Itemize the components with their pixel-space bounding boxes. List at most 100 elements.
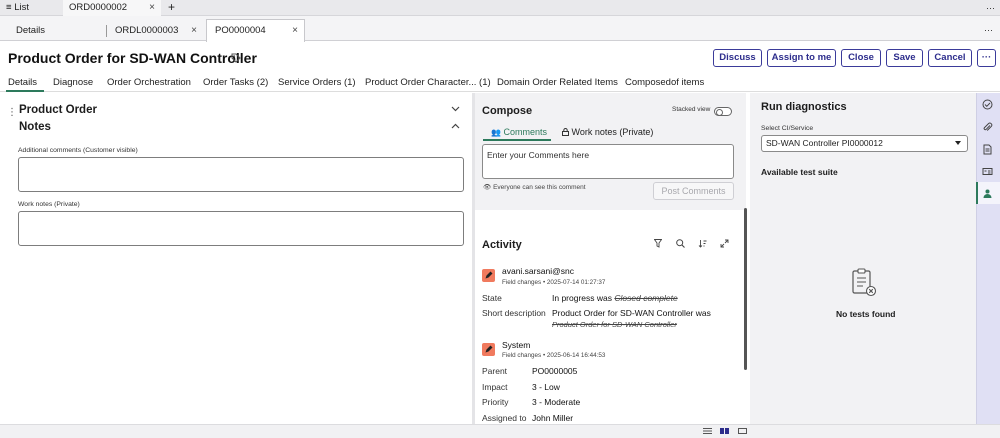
menu-icon: ≡ xyxy=(6,2,12,13)
ordl-tab[interactable]: ORDL0000003 × xyxy=(115,20,203,41)
close-tab-icon[interactable]: × xyxy=(149,0,155,16)
field-value: In progress was Closed complete xyxy=(552,293,678,303)
additional-comments-label: Additional comments (Customer visible) xyxy=(18,147,138,154)
work-notes-field[interactable] xyxy=(18,211,464,246)
tab-separator xyxy=(106,25,107,37)
single-view-icon[interactable] xyxy=(738,428,747,434)
details-tab[interactable]: Details xyxy=(16,20,102,41)
po-tab[interactable]: PO0000004 × xyxy=(206,19,305,42)
field-key: State xyxy=(482,293,502,303)
field-value: 3 - Moderate xyxy=(532,397,581,407)
ordl-tab-label: ORDL0000003 xyxy=(115,25,179,36)
drag-handle-icon[interactable]: ⋮ xyxy=(7,107,17,118)
comments-tab[interactable]: 👥 Comments xyxy=(491,127,547,137)
field-key: Priority xyxy=(482,397,509,407)
available-tests-title: Available test suite xyxy=(761,167,838,177)
tab-product-order-characteristics[interactable]: Product Order Character... (1) xyxy=(365,77,491,88)
visibility-note-text: Everyone can see this comment xyxy=(493,184,586,191)
details-tab-label: Details xyxy=(16,25,46,36)
activity-user[interactable]: avani.sarsani@snc xyxy=(502,266,574,276)
tab-service-orders[interactable]: Service Orders (1) xyxy=(278,77,356,88)
split-view-icon[interactable] xyxy=(720,428,729,434)
tab-composedof-items[interactable]: Composedof items xyxy=(625,77,704,88)
diagnostics-icon[interactable] xyxy=(982,99,993,110)
list-tab-label: List xyxy=(14,2,29,13)
activity-meta: Field changes • 2025-06-14 16:44:53 xyxy=(502,352,606,359)
notes-title: Notes xyxy=(19,121,51,133)
activity-meta: Field changes • 2025-07-14 01:27:37 xyxy=(502,279,606,286)
more-tabs-icon[interactable]: ··· xyxy=(980,0,1000,16)
po-tab-label: PO0000004 xyxy=(215,25,266,36)
card-icon[interactable] xyxy=(982,166,993,177)
field-key: Assigned to xyxy=(482,413,527,423)
expand-icon[interactable] xyxy=(720,239,729,248)
side-icon-rail xyxy=(976,93,1000,424)
caret-down-icon xyxy=(955,141,961,145)
ci-label: Select CI/Service xyxy=(761,125,814,132)
edit-avatar-icon xyxy=(482,343,495,356)
field-old-value: Product Order for SD-WAN Controller xyxy=(552,320,677,329)
sort-icon[interactable] xyxy=(698,239,707,248)
additional-comments-field[interactable] xyxy=(18,157,464,192)
close-tab-icon[interactable]: × xyxy=(191,20,197,41)
post-comments-button[interactable]: Post Comments xyxy=(653,182,734,200)
attachment-icon[interactable] xyxy=(982,122,993,133)
field-key: Short description xyxy=(482,308,546,318)
work-notes-tab-label: Work notes (Private) xyxy=(571,127,654,137)
list-view-icon[interactable] xyxy=(703,428,712,434)
active-tab-indicator xyxy=(6,90,44,92)
edit-avatar-icon xyxy=(482,269,495,282)
stacked-view-label: Stacked view xyxy=(672,106,711,113)
chevron-up-icon[interactable] xyxy=(451,123,460,129)
chevron-down-icon[interactable] xyxy=(451,106,460,112)
status-footer xyxy=(0,424,1000,438)
record-tab-bar: Details ORDL0000003 × PO0000004 × ··· xyxy=(0,16,1000,42)
comment-input[interactable]: Enter your Comments here xyxy=(482,144,734,179)
user-icon[interactable] xyxy=(982,188,993,199)
cancel-button[interactable]: Cancel xyxy=(928,49,972,67)
work-notes-label: Work notes (Private) xyxy=(18,201,80,208)
clipboard-icon xyxy=(851,268,877,298)
filter-icon[interactable] xyxy=(654,239,662,248)
save-button[interactable]: Save xyxy=(886,49,923,67)
add-tab-button[interactable]: + xyxy=(162,0,182,16)
field-value: PO0000005 xyxy=(532,366,578,376)
more-icon[interactable]: ··· xyxy=(984,20,1000,41)
list-tab[interactable]: ≡ List xyxy=(0,0,62,16)
visibility-note: 👁 Everyone can see this comment xyxy=(483,183,586,191)
browser-tab-bar: ≡ List ORD0000002 × + ··· xyxy=(0,0,1000,16)
discuss-button[interactable]: Discuss xyxy=(713,49,762,67)
field-new-value: Product Order for SD-WAN Controller was xyxy=(552,308,711,318)
people-icon: 👥 xyxy=(491,128,501,137)
tab-order-orchestration[interactable]: Order Orchestration xyxy=(107,77,191,88)
search-icon[interactable] xyxy=(676,239,685,248)
stacked-view-toggle[interactable] xyxy=(714,107,732,116)
close-button[interactable]: Close xyxy=(841,49,881,67)
active-compose-tab-indicator xyxy=(483,139,551,141)
section-title: Product Order xyxy=(19,104,97,116)
activity-title: Activity xyxy=(482,239,522,251)
order-tab[interactable]: ORD0000002 × xyxy=(63,0,161,16)
field-value: John Miller xyxy=(532,413,574,423)
form-pane xyxy=(0,93,472,424)
ci-select[interactable]: SD-WAN Controller PI0000012 xyxy=(761,135,968,152)
diagnostics-title: Run diagnostics xyxy=(761,101,847,113)
field-new-value: In progress was xyxy=(552,293,615,303)
tab-details[interactable]: Details xyxy=(8,77,37,88)
compose-title: Compose xyxy=(482,105,533,117)
order-tab-label: ORD0000002 xyxy=(69,2,128,13)
close-tab-icon[interactable]: × xyxy=(292,20,298,41)
field-key: Impact xyxy=(482,382,508,392)
tab-domain-order-related-items[interactable]: Domain Order Related Items xyxy=(497,77,618,88)
eye-icon: 👁 xyxy=(483,184,492,191)
assign-to-me-button[interactable]: Assign to me xyxy=(767,49,836,67)
document-icon[interactable] xyxy=(982,144,993,155)
work-notes-tab[interactable]: Work notes (Private) xyxy=(562,127,653,137)
form-tabs: Details Diagnose Order Orchestration Ord… xyxy=(0,74,1000,92)
scrollbar[interactable] xyxy=(744,208,747,370)
more-actions-button[interactable]: ··· xyxy=(977,49,996,67)
tab-diagnose[interactable]: Diagnose xyxy=(53,77,93,88)
tab-order-tasks[interactable]: Order Tasks (2) xyxy=(203,77,268,88)
activity-user: System xyxy=(502,340,531,350)
tag-icon[interactable] xyxy=(231,53,241,63)
